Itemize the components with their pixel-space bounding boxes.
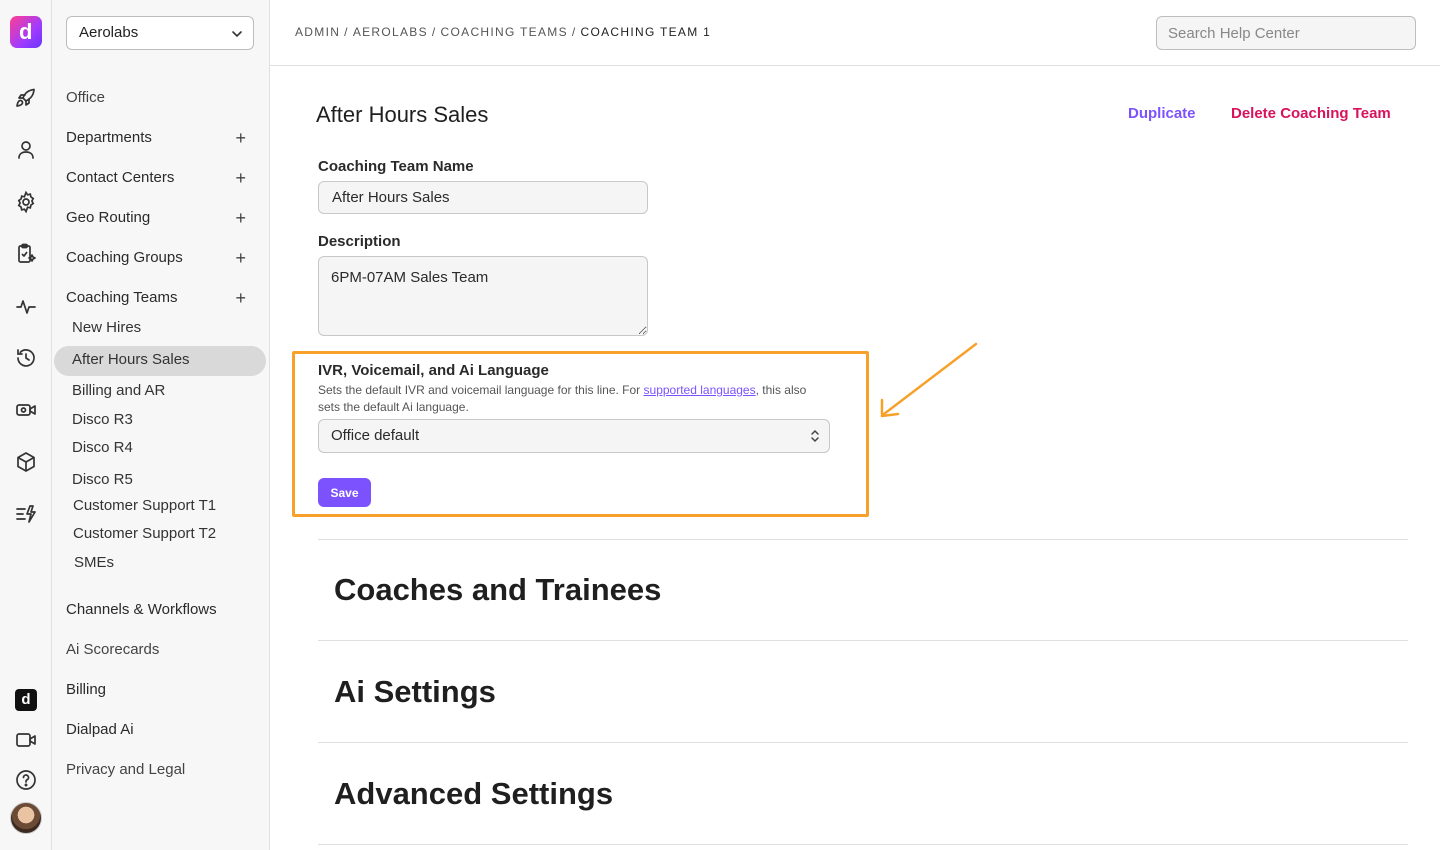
sidebar-item-label: Office <box>66 89 105 106</box>
search-input[interactable] <box>1156 16 1416 50</box>
sidebar-item-label: Billing <box>66 681 107 698</box>
sidebar-item-label: Privacy and Legal <box>66 761 186 778</box>
chevron-up-down-icon <box>811 429 819 443</box>
sidebar-subitem-customer-support-t1[interactable]: Customer Support T1 <box>73 495 253 517</box>
sidebar-item-contact-centers[interactable]: Contact Centers + <box>66 167 256 189</box>
supported-languages-link[interactable]: supported languages <box>644 383 756 397</box>
plus-icon[interactable]: + <box>235 287 246 309</box>
avatar[interactable] <box>10 802 42 834</box>
video-icon[interactable] <box>14 728 38 752</box>
annotation-arrow-icon <box>880 342 978 418</box>
description-label: Description <box>318 233 401 250</box>
language-desc-text: Sets the default IVR and voicemail langu… <box>318 383 644 397</box>
plus-icon[interactable]: + <box>235 127 246 149</box>
sidebar-item-privacy-legal[interactable]: Privacy and Legal <box>66 759 256 781</box>
section-divider <box>318 844 1408 845</box>
breadcrumb: ADMIN / AEROLABS / COACHING TEAMS / COACHING T… <box>295 25 711 39</box>
sidebar-item-billing[interactable]: Billing <box>66 679 256 701</box>
activity-icon[interactable] <box>14 294 38 318</box>
plus-icon[interactable]: + <box>235 167 246 189</box>
sidebar-item-label: Coaching Teams <box>66 289 178 306</box>
language-description: Sets the default IVR and voicemail langu… <box>318 382 828 416</box>
section-coaches-and-trainees[interactable]: Coaches and Trainees <box>334 572 661 608</box>
sidebar-item-ai-scorecards[interactable]: Ai Scorecards <box>66 639 256 661</box>
language-select[interactable]: Office default <box>318 419 830 453</box>
chevron-down-icon <box>232 31 242 38</box>
dialpad-logo[interactable]: d <box>10 16 42 48</box>
sidebar-subitem-after-hours-sales[interactable]: After Hours Sales <box>72 349 252 371</box>
video-gear-icon[interactable] <box>14 398 38 422</box>
sidebar-subitem-smes[interactable]: SMEs <box>74 552 254 574</box>
plus-icon[interactable]: + <box>235 207 246 229</box>
rocket-icon[interactable] <box>14 86 38 110</box>
sidebar-item-label: Contact Centers <box>66 169 175 186</box>
logo-letter: d <box>19 19 33 44</box>
clipboard-sparkle-icon[interactable] <box>14 242 38 266</box>
dialpad-app-icon[interactable]: d <box>15 689 37 711</box>
org-selector-value: Aerolabs <box>79 24 139 41</box>
description-field[interactable]: 6PM-07AM Sales Team <box>318 256 648 336</box>
sidebar-item-label: Geo Routing <box>66 209 151 226</box>
sidebar-subitem-disco-r4[interactable]: Disco R4 <box>72 437 252 459</box>
section-advanced-settings[interactable]: Advanced Settings <box>334 776 613 812</box>
cube-icon[interactable] <box>14 450 38 474</box>
dialpad-app-letter: d <box>21 691 31 708</box>
sidebar-item-office[interactable]: Office <box>66 87 256 109</box>
section-divider <box>318 539 1408 540</box>
plus-icon[interactable]: + <box>235 247 246 269</box>
org-selector[interactable]: Aerolabs <box>66 16 254 50</box>
section-divider <box>318 640 1408 641</box>
breadcrumb-aerolabs[interactable]: AEROLABS <box>353 25 428 39</box>
workflow-icon[interactable] <box>14 502 38 526</box>
delete-coaching-team-button[interactable]: Delete Coaching Team <box>1231 105 1391 122</box>
person-icon[interactable] <box>14 138 38 162</box>
sidebar-item-channels-workflows[interactable]: Channels & Workflows <box>66 599 256 621</box>
sidebar-item-label: Departments <box>66 129 152 146</box>
breadcrumb-admin[interactable]: ADMIN <box>295 25 340 39</box>
help-icon[interactable] <box>14 768 38 792</box>
breadcrumb-separator: / <box>431 25 437 39</box>
gear-icon[interactable] <box>14 190 38 214</box>
sidebar-subitem-customer-support-t2[interactable]: Customer Support T2 <box>73 523 253 545</box>
duplicate-button[interactable]: Duplicate <box>1128 105 1196 122</box>
coaching-team-name-field[interactable] <box>318 181 648 214</box>
language-select-value: Office default <box>331 427 420 444</box>
name-label: Coaching Team Name <box>318 158 474 175</box>
history-icon[interactable] <box>14 346 38 370</box>
breadcrumb-separator: / <box>344 25 349 39</box>
breadcrumb-current: COACHING TEAM 1 <box>580 25 712 39</box>
sidebar-item-geo-routing[interactable]: Geo Routing + <box>66 207 256 229</box>
sidebar-subitem-billing-and-ar[interactable]: Billing and AR <box>72 380 252 402</box>
sidebar-item-dialpad-ai[interactable]: Dialpad Ai <box>66 719 256 741</box>
save-button[interactable]: Save <box>318 478 371 507</box>
breadcrumb-coaching-teams[interactable]: COACHING TEAMS <box>441 25 568 39</box>
settings-sidebar: Aerolabs Office Departments + Contact Cen… <box>52 0 270 850</box>
sidebar-item-label: Dialpad Ai <box>66 721 134 738</box>
sidebar-item-label: Channels & Workflows <box>66 601 217 618</box>
sidebar-item-label: Coaching Groups <box>66 249 183 266</box>
language-section-title: IVR, Voicemail, and Ai Language <box>318 362 549 379</box>
page-title: After Hours Sales <box>316 102 489 127</box>
icon-rail: d d <box>0 0 52 850</box>
section-divider <box>318 742 1408 743</box>
sidebar-subitem-disco-r5[interactable]: Disco R5 <box>72 469 252 491</box>
sidebar-subitem-new-hires[interactable]: New Hires <box>72 317 252 339</box>
sidebar-item-coaching-teams[interactable]: Coaching Teams + <box>66 287 256 309</box>
breadcrumb-separator: / <box>571 25 577 39</box>
top-bar: ADMIN / AEROLABS / COACHING TEAMS / COACHING T… <box>270 0 1440 66</box>
sidebar-subitem-disco-r3[interactable]: Disco R3 <box>72 409 252 431</box>
section-ai-settings[interactable]: Ai Settings <box>334 674 496 710</box>
sidebar-item-label: Ai Scorecards <box>66 641 160 658</box>
sidebar-item-coaching-groups[interactable]: Coaching Groups + <box>66 247 256 269</box>
sidebar-item-departments[interactable]: Departments + <box>66 127 256 149</box>
